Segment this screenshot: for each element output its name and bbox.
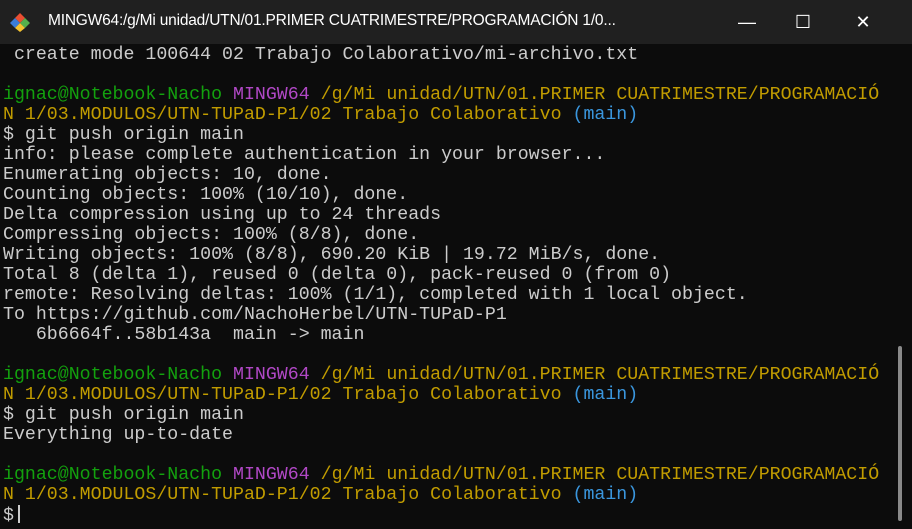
terminal-line: remote: Resolving deltas: 100% (1/1), co… xyxy=(3,285,748,305)
window-title: MINGW64:/g/Mi unidad/UTN/01.PRIMER CUATR… xyxy=(48,12,616,29)
terminal-text-segment: N 1/03.MODULOS/UTN-TUPaD-P1/02 Trabajo C… xyxy=(3,485,573,505)
terminal-line: Total 8 (delta 1), reused 0 (delta 0), p… xyxy=(3,265,671,285)
terminal-line: To https://github.com/NachoHerbel/UTN-TU… xyxy=(3,305,507,325)
terminal-line: Everything up-to-date xyxy=(3,425,233,445)
terminal-line: $ xyxy=(3,505,20,526)
terminal-line: Compressing objects: 100% (8/8), done. xyxy=(3,225,419,245)
minimize-button[interactable]: — xyxy=(724,0,770,44)
terminal-text-segment: $ git push origin main xyxy=(3,405,244,425)
terminal-text-segment: $ xyxy=(3,506,14,526)
terminal-text-segment: remote: Resolving deltas: 100% (1/1), co… xyxy=(3,285,748,305)
terminal-text-segment: (main) xyxy=(572,105,639,125)
title-bar[interactable]: MINGW64:/g/Mi unidad/UTN/01.PRIMER CUATR… xyxy=(0,0,912,44)
close-button[interactable]: ✕ xyxy=(840,0,886,44)
terminal-text-segment: info: please complete authentication in … xyxy=(3,145,606,165)
terminal-line: create mode 100644 02 Trabajo Colaborati… xyxy=(3,45,638,65)
git-bash-icon xyxy=(10,13,30,32)
terminal-text-segment: (main) xyxy=(572,385,639,405)
maximize-button[interactable]: ☐ xyxy=(780,0,826,44)
terminal-line: $ git push origin main xyxy=(3,405,244,425)
terminal-line: ignac@Notebook-Nacho MINGW64 /g/Mi unida… xyxy=(3,365,879,385)
terminal-text-segment: Everything up-to-date xyxy=(3,425,233,445)
terminal-line: N 1/03.MODULOS/UTN-TUPaD-P1/02 Trabajo C… xyxy=(3,105,638,125)
terminal-line: $ git push origin main xyxy=(3,125,244,145)
terminal-line: N 1/03.MODULOS/UTN-TUPaD-P1/02 Trabajo C… xyxy=(3,385,638,405)
terminal-line: info: please complete authentication in … xyxy=(3,145,605,165)
terminal-text-segment: MINGW64 xyxy=(233,365,321,385)
terminal-text-segment: ignac@Notebook-Nacho xyxy=(3,465,233,485)
terminal-output[interactable]: create mode 100644 02 Trabajo Colaborati… xyxy=(0,44,894,529)
scrollbar-thumb[interactable] xyxy=(898,346,902,521)
terminal-text-segment: /g/Mi unidad/UTN/01.PRIMER CUATRIMESTRE/… xyxy=(320,465,880,485)
terminal-line: Enumerating objects: 10, done. xyxy=(3,165,332,185)
terminal-line: ignac@Notebook-Nacho MINGW64 /g/Mi unida… xyxy=(3,465,879,485)
terminal-text-segment: 6b6664f..58b143a main -> main xyxy=(3,325,365,345)
terminal-text-segment: Writing objects: 100% (8/8), 690.20 KiB … xyxy=(3,245,661,265)
terminal-text-segment: Compressing objects: 100% (8/8), done. xyxy=(3,225,420,245)
terminal-text-segment: Total 8 (delta 1), reused 0 (delta 0), p… xyxy=(3,265,672,285)
terminal-line: Counting objects: 100% (10/10), done. xyxy=(3,185,408,205)
terminal-text-segment: To https://github.com/NachoHerbel/UTN-TU… xyxy=(3,305,507,325)
terminal-text-segment: N 1/03.MODULOS/UTN-TUPaD-P1/02 Trabajo C… xyxy=(3,385,573,405)
scrollbar[interactable] xyxy=(894,44,912,529)
terminal-line: N 1/03.MODULOS/UTN-TUPaD-P1/02 Trabajo C… xyxy=(3,485,638,505)
terminal-text-segment: ignac@Notebook-Nacho xyxy=(3,85,233,105)
terminal-text-segment: ignac@Notebook-Nacho xyxy=(3,365,233,385)
text-cursor xyxy=(17,505,20,523)
terminal-text-segment: MINGW64 xyxy=(233,465,321,485)
terminal-text-segment: /g/Mi unidad/UTN/01.PRIMER CUATRIMESTRE/… xyxy=(320,85,880,105)
terminal-line: Delta compression using up to 24 threads xyxy=(3,205,441,225)
terminal-line: 6b6664f..58b143a main -> main xyxy=(3,325,365,345)
terminal-text-segment: N 1/03.MODULOS/UTN-TUPaD-P1/02 Trabajo C… xyxy=(3,105,573,125)
terminal-lines: create mode 100644 02 Trabajo Colaborati… xyxy=(3,45,879,526)
terminal-text-segment: create mode 100644 02 Trabajo Colaborati… xyxy=(3,45,639,65)
terminal-text-segment: MINGW64 xyxy=(233,85,321,105)
terminal-text-segment: Delta compression using up to 24 threads xyxy=(3,205,442,225)
terminal-text-segment: (main) xyxy=(572,485,639,505)
terminal-text-segment: Enumerating objects: 10, done. xyxy=(3,165,332,185)
terminal-text-segment: Counting objects: 100% (10/10), done. xyxy=(3,185,409,205)
terminal-line: ignac@Notebook-Nacho MINGW64 /g/Mi unida… xyxy=(3,85,879,105)
terminal-text-segment: $ git push origin main xyxy=(3,125,244,145)
terminal-line: Writing objects: 100% (8/8), 690.20 KiB … xyxy=(3,245,660,265)
terminal-text-segment: /g/Mi unidad/UTN/01.PRIMER CUATRIMESTRE/… xyxy=(320,365,880,385)
